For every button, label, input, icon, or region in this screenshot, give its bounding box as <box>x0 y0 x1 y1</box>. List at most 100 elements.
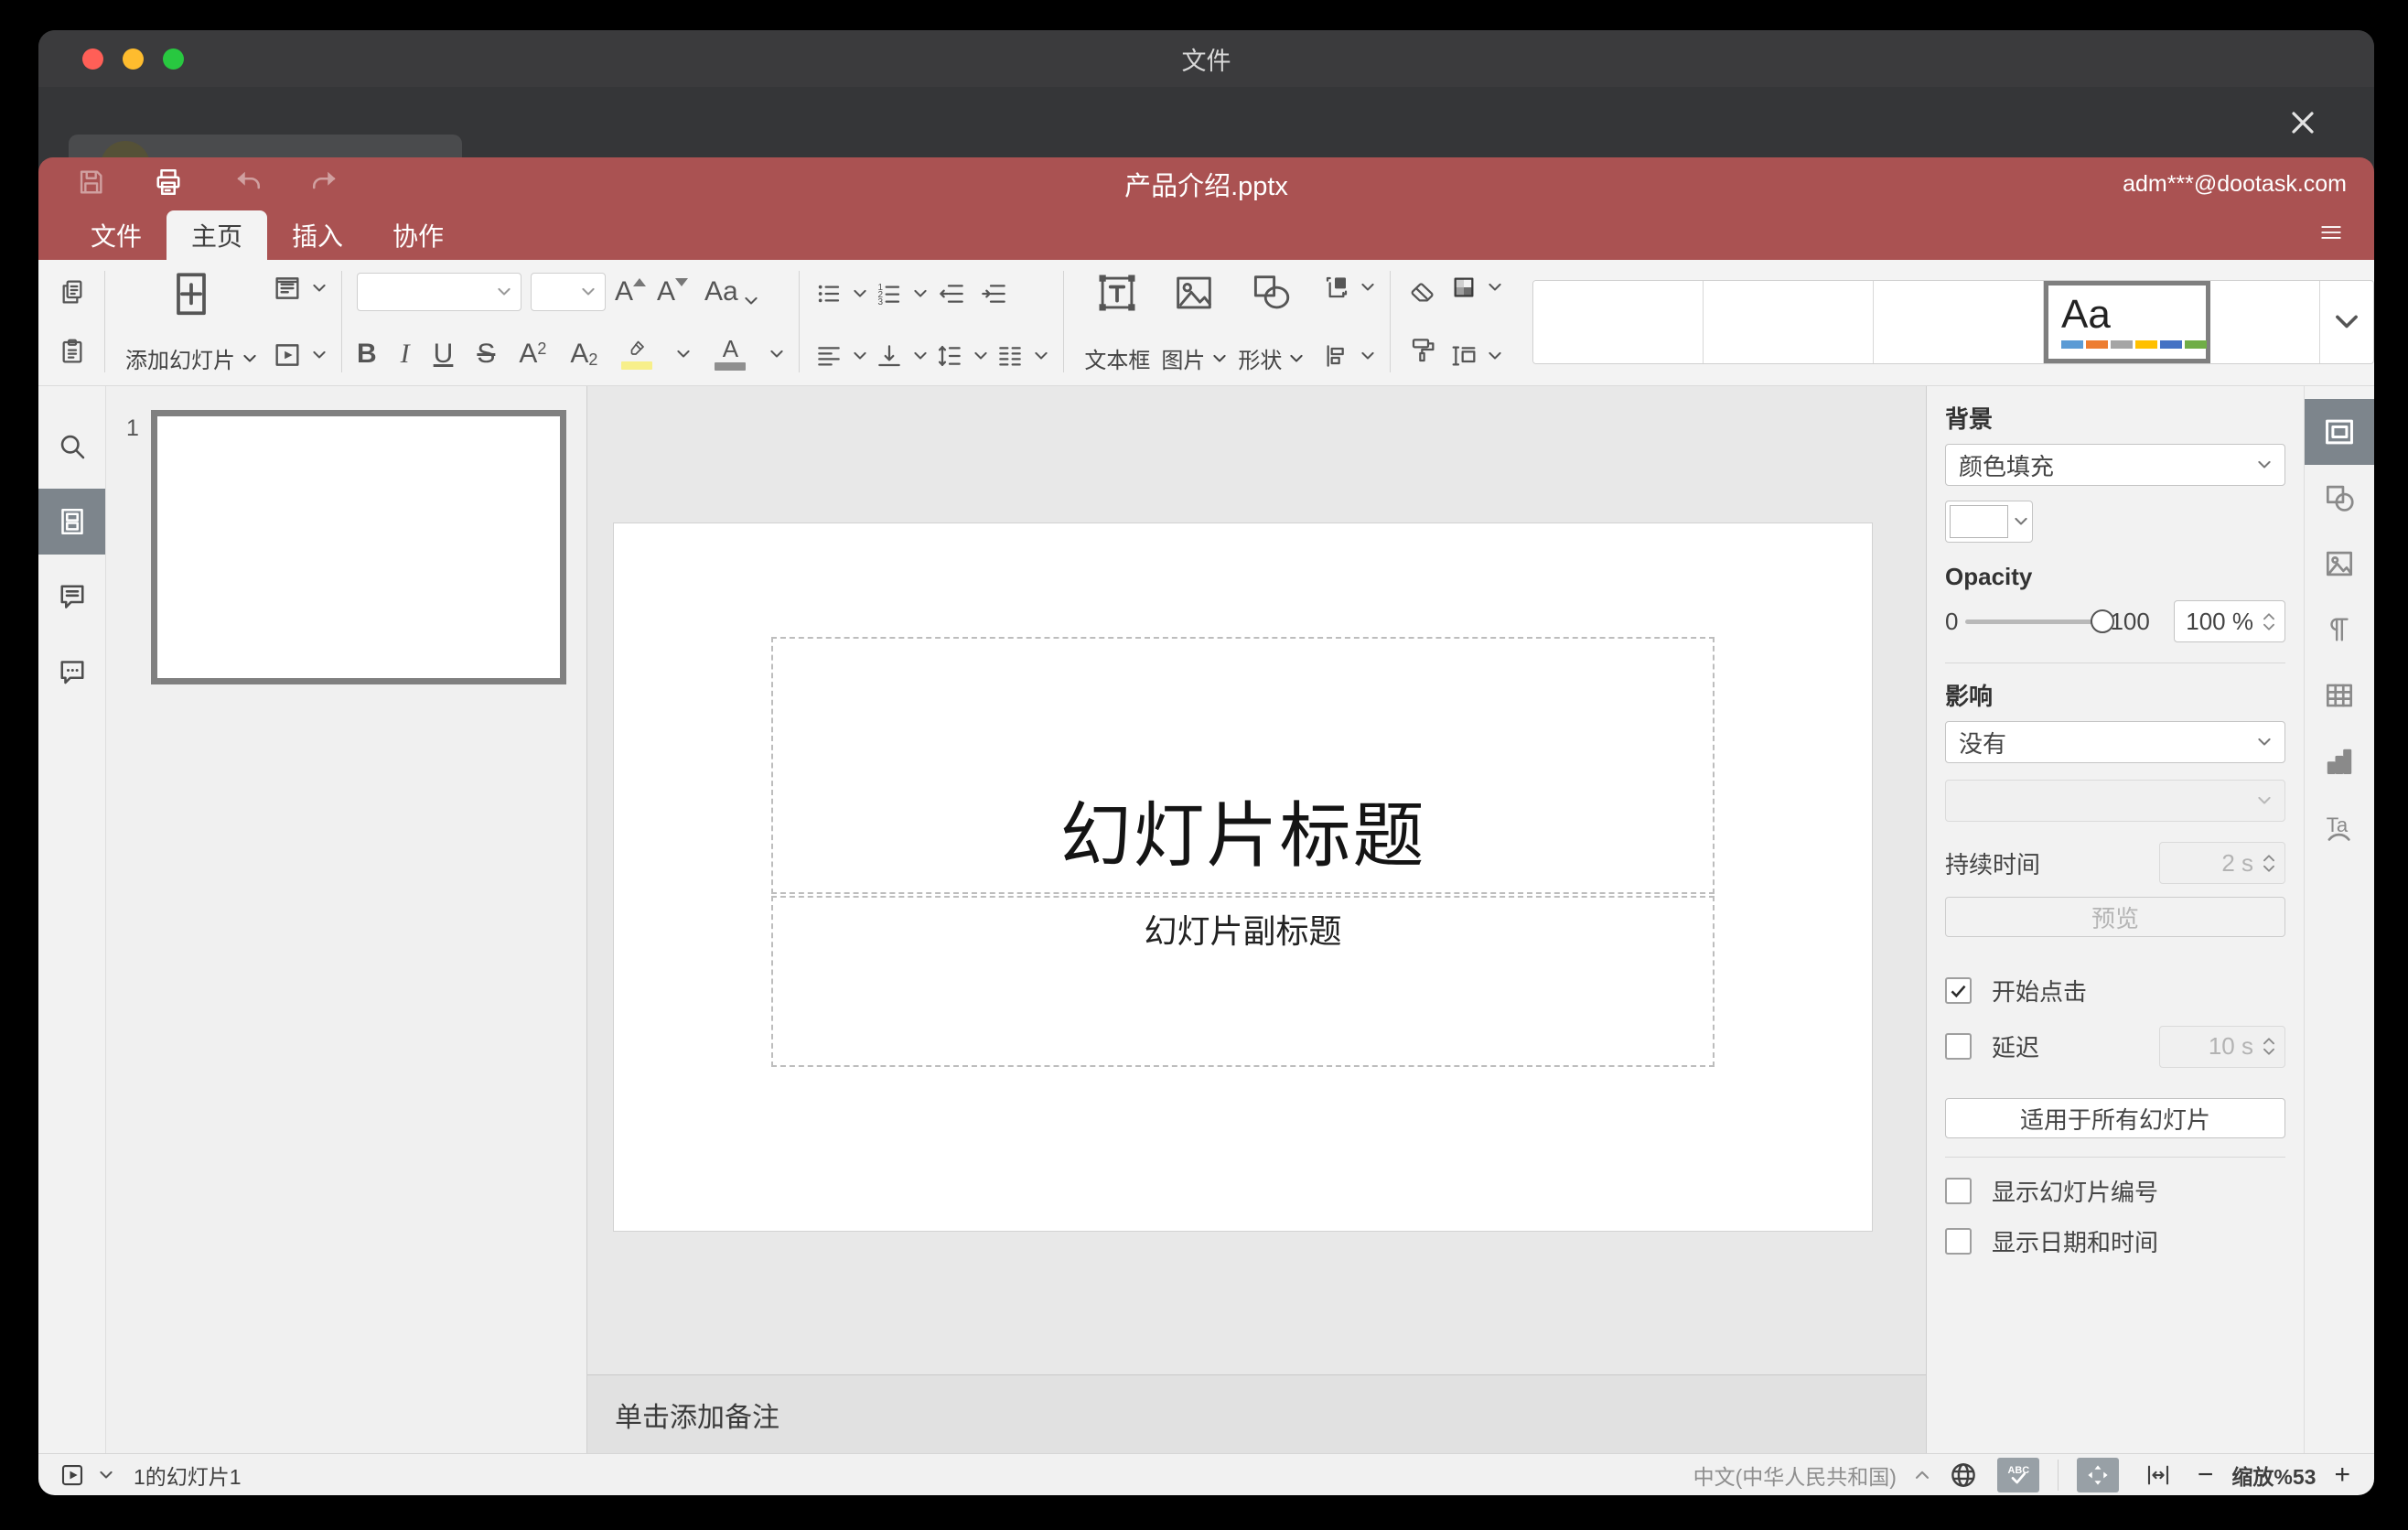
select-slide-size-button[interactable] <box>1449 341 1502 371</box>
theme-gallery-expand-button[interactable] <box>2320 280 2373 363</box>
copy-button[interactable] <box>55 271 90 313</box>
slide-thumbnail[interactable] <box>151 410 566 684</box>
strikethrough-button[interactable]: S <box>477 339 495 368</box>
set-language-icon[interactable] <box>1948 1460 1979 1491</box>
horizontal-align-button[interactable] <box>814 341 867 371</box>
slide-canvas-area: 幻灯片标题 幻灯片副标题 单击添加备注 <box>587 386 1926 1453</box>
arrange-shape-button[interactable] <box>1322 273 1375 302</box>
search-icon[interactable] <box>38 414 105 479</box>
left-rail <box>38 386 106 1453</box>
insert-textbox-button[interactable]: 文本框 <box>1079 267 1156 376</box>
clear-style-button[interactable] <box>1405 273 1440 315</box>
effect-select[interactable]: 没有 <box>1945 721 2285 763</box>
slide-thumbnails-panel: 1 <box>106 386 587 1453</box>
increase-font-button[interactable]: A <box>615 276 647 307</box>
theme-thumbnail-selected[interactable]: Aa <box>2044 280 2210 363</box>
close-editor-button[interactable] <box>2283 102 2323 143</box>
title-placeholder[interactable]: 幻灯片标题 <box>771 637 1715 894</box>
font-size-select[interactable] <box>531 273 606 311</box>
comments-icon[interactable] <box>38 564 105 630</box>
columns-button[interactable] <box>995 341 1048 371</box>
theme-thumbnail[interactable] <box>2210 280 2320 363</box>
opacity-slider-knob[interactable] <box>2091 609 2115 633</box>
opacity-input[interactable]: 100 % <box>2174 600 2285 642</box>
line-spacing-button[interactable] <box>935 341 988 371</box>
font-name-select[interactable] <box>357 273 521 311</box>
chevron-down-icon[interactable] <box>676 350 691 359</box>
zoom-out-button[interactable]: − <box>2198 1460 2214 1489</box>
tab-insert[interactable]: 插入 <box>267 210 368 260</box>
bullets-button[interactable] <box>814 279 867 308</box>
tab-file[interactable]: 文件 <box>66 210 167 260</box>
change-case-button[interactable]: Aa <box>704 278 758 306</box>
theme-thumbnail[interactable] <box>1874 280 2044 363</box>
align-shape-button[interactable] <box>1322 341 1375 371</box>
vertical-align-button[interactable] <box>875 341 928 371</box>
delay-checkbox[interactable] <box>1945 1033 1972 1060</box>
chevron-down-icon[interactable] <box>769 350 784 359</box>
change-layout-button[interactable] <box>272 273 327 304</box>
start-slideshow-button[interactable] <box>272 339 327 371</box>
effect-label: 影响 <box>1945 683 1994 710</box>
tab-collaboration[interactable]: 协作 <box>368 210 468 260</box>
theme-thumbnail[interactable] <box>1704 280 1874 363</box>
numbering-button[interactable] <box>875 279 928 308</box>
insert-shape-button[interactable]: 形状 <box>1232 267 1309 376</box>
spinner-arrows[interactable] <box>2263 612 2275 631</box>
document-language[interactable]: 中文(中华人民共和国) <box>1693 1460 1897 1491</box>
slide[interactable]: 幻灯片标题 幻灯片副标题 <box>614 523 1872 1231</box>
change-color-scheme-button[interactable] <box>1449 273 1502 302</box>
delay-row: 延迟 10 s <box>1945 1025 2285 1068</box>
slides-panel-icon[interactable] <box>38 489 105 555</box>
start-slideshow-status-button[interactable] <box>59 1461 86 1489</box>
show-slide-number-checkbox[interactable] <box>1945 1178 1972 1204</box>
chrome-strip <box>38 87 2374 157</box>
start-on-click-checkbox[interactable] <box>1945 977 1972 1004</box>
subtitle-placeholder[interactable]: 幻灯片副标题 <box>771 896 1715 1067</box>
insert-image-button[interactable]: 图片 <box>1156 267 1232 376</box>
add-slide-button[interactable]: 添加幻灯片 <box>120 267 263 376</box>
chart-settings-icon[interactable] <box>2305 728 2374 794</box>
document-title: 产品介绍.pptx <box>1124 172 1288 201</box>
image-settings-icon[interactable] <box>2305 531 2374 597</box>
superscript-button[interactable]: A2 <box>519 339 546 368</box>
underline-button[interactable]: U <box>434 339 454 368</box>
ribbon-toolbar: 添加幻灯片 A A Aa B I U S A 2 A 2 A 文本框 图片 形状… <box>38 260 2374 386</box>
slide-settings-icon[interactable] <box>2305 399 2374 465</box>
notes-area[interactable]: 单击添加备注 <box>587 1374 1926 1453</box>
table-settings-icon[interactable] <box>2305 663 2374 728</box>
bold-button[interactable]: B <box>357 339 377 368</box>
spellcheck-icon[interactable] <box>1996 1457 2039 1492</box>
paragraph-settings-icon[interactable] <box>2305 597 2374 663</box>
background-fill-select[interactable]: 颜色填充 <box>1945 444 2285 486</box>
highlight-color-button[interactable] <box>621 338 653 370</box>
zoom-in-button[interactable]: + <box>2334 1460 2350 1489</box>
decrease-indent-button[interactable] <box>935 273 970 315</box>
opacity-row: 0 100 100 % <box>1945 600 2285 642</box>
theme-thumbnail[interactable] <box>1533 280 1704 363</box>
decrease-font-button[interactable]: A <box>657 276 689 307</box>
copy-style-button[interactable] <box>1405 329 1440 371</box>
subscript-button[interactable]: A2 <box>570 339 597 368</box>
ribbon-tabs: 文件 主页 插入 协作 <box>38 210 2374 260</box>
italic-button[interactable]: I <box>401 339 410 368</box>
shape-settings-icon[interactable] <box>2305 465 2374 531</box>
background-card <box>69 135 462 157</box>
tab-home[interactable]: 主页 <box>167 210 268 260</box>
background-color-picker[interactable] <box>1945 501 2033 543</box>
font-group: A A Aa B I U S A2 A2 A <box>357 267 784 376</box>
increase-indent-button[interactable] <box>977 273 1012 315</box>
start-on-click-row: 开始点击 <box>1945 974 2285 1007</box>
chat-icon[interactable] <box>38 639 105 705</box>
apply-to-all-slides-button[interactable]: 适用于所有幻灯片 <box>1945 1098 2285 1138</box>
preview-button[interactable]: 预览 <box>1945 897 2285 937</box>
font-color-button[interactable]: A <box>715 337 747 371</box>
menu-icon[interactable] <box>2316 221 2347 249</box>
textart-settings-icon[interactable] <box>2305 794 2374 860</box>
show-date-time-checkbox[interactable] <box>1945 1228 1972 1255</box>
fit-slide-icon[interactable] <box>2076 1457 2119 1492</box>
paste-button[interactable] <box>55 330 90 372</box>
fit-width-icon[interactable] <box>2137 1458 2179 1492</box>
opacity-slider[interactable] <box>1965 609 2115 633</box>
chevron-down-icon[interactable] <box>99 1471 113 1480</box>
